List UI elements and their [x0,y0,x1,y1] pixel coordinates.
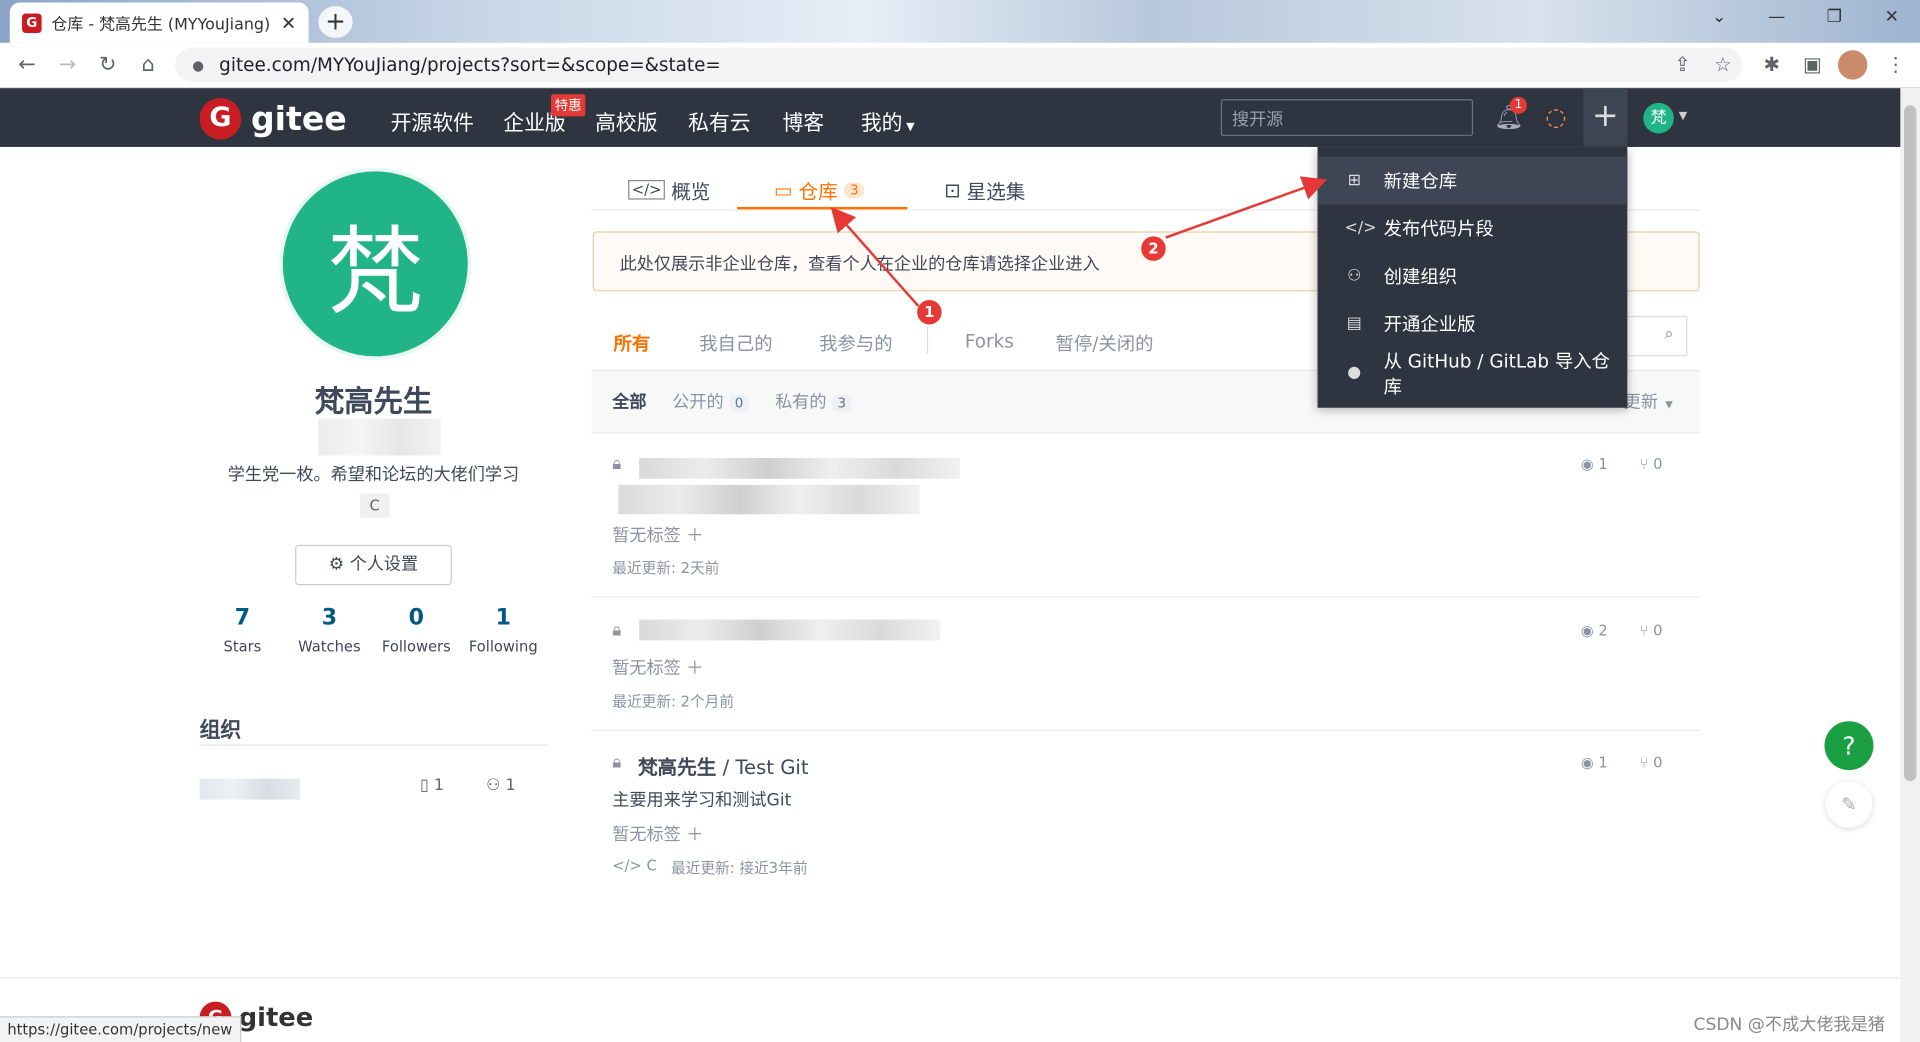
scrollbar-thumb[interactable] [1904,105,1917,782]
watermark: CSDN @不成大佬我是猪 [1693,1015,1885,1035]
annotation-marker-2: 2 [1141,236,1166,261]
arrow-1 [830,206,920,307]
status-bar-url: https://gitee.com/projects/new [0,1016,241,1042]
divider [0,977,1901,979]
arrow-2 [1165,176,1328,239]
footer-logo-text: gitee [238,1002,314,1033]
help-icon[interactable]: ? [1824,721,1874,771]
feedback-edit-icon[interactable]: ✎ [1825,781,1873,828]
annotation-marker-1: 1 [917,299,942,325]
annotation-arrows [830,176,1328,307]
